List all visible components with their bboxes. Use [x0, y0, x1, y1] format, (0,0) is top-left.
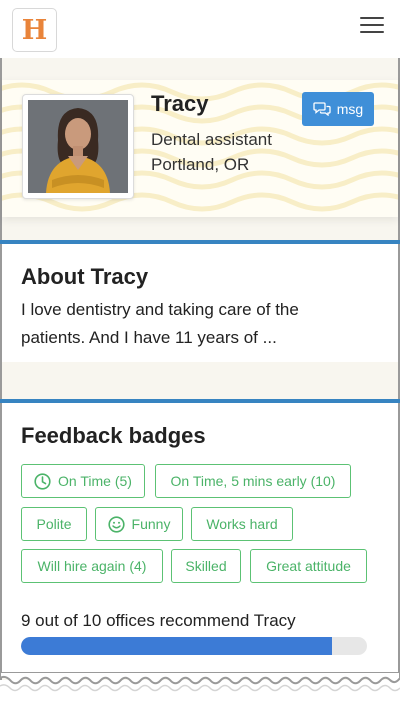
chat-bubbles-icon — [313, 102, 331, 116]
recommend-text: 9 out of 10 offices recommend Tracy — [21, 611, 296, 630]
about-section: About Tracy I love dentistry and taking … — [2, 244, 398, 362]
badge-polite[interactable]: Polite — [21, 507, 87, 541]
badge-label: On Time, 5 mins early (10) — [170, 473, 336, 489]
badge-works-hard[interactable]: Works hard — [191, 507, 293, 541]
profile-photo[interactable] — [22, 94, 134, 199]
badge-label: Funny — [131, 516, 171, 532]
logo-letter: H — [21, 14, 48, 46]
feedback-title: Feedback badges — [21, 423, 206, 448]
top-bar: H — [0, 0, 400, 58]
clock-icon — [34, 472, 51, 490]
app-logo[interactable]: H — [12, 8, 57, 52]
about-text-line-1: I love dentistry and taking care of the — [21, 300, 299, 319]
about-title: About Tracy — [21, 264, 149, 289]
person-avatar-image — [28, 100, 128, 193]
profile-card: Tracy Dental assistant Portland, OR msg — [2, 80, 398, 217]
smiley-icon — [107, 515, 125, 533]
badge-label: On Time (5) — [58, 473, 132, 489]
recommend-progress-bar — [21, 637, 367, 655]
badge-label: Skilled — [185, 558, 227, 574]
profile-role: Dental assistant — [151, 130, 272, 149]
badge-label: Great attitude — [266, 558, 351, 574]
profile-name: Tracy — [151, 91, 209, 116]
badge-will-hire-again[interactable]: Will hire again (4) — [21, 549, 163, 583]
recommend-progress-fill — [21, 637, 333, 655]
torn-edge — [0, 672, 400, 692]
badge-on-time-early[interactable]: On Time, 5 mins early (10) — [155, 464, 351, 498]
message-button-label: msg — [336, 101, 364, 117]
badge-skilled[interactable]: Skilled — [171, 549, 241, 583]
profile-location: Portland, OR — [151, 155, 250, 174]
badge-on-time[interactable]: On Time (5) — [21, 464, 145, 498]
feedback-section: Feedback badges On Time (5) On Time, 5 m… — [2, 403, 398, 673]
badge-label: Will hire again (4) — [37, 558, 147, 574]
about-text-line-2: patients. And I have 11 years of ... — [21, 328, 277, 347]
badge-great-attitude[interactable]: Great attitude — [250, 549, 367, 583]
badge-label: Works hard — [206, 516, 278, 532]
message-button[interactable]: msg — [302, 92, 374, 126]
hamburger-icon[interactable] — [360, 17, 384, 39]
badge-label: Polite — [36, 516, 72, 532]
badge-funny[interactable]: Funny — [95, 507, 183, 541]
